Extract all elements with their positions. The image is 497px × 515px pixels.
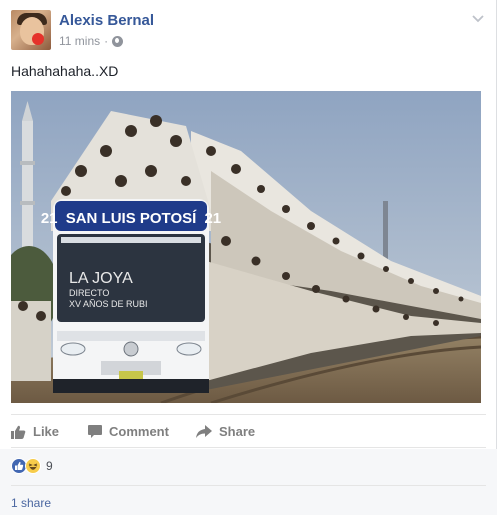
reaction-count: 9 bbox=[46, 459, 53, 473]
reaction-summary[interactable]: 9 bbox=[11, 458, 53, 474]
author-name[interactable]: Alexis Bernal bbox=[59, 12, 154, 29]
post-text: Hahahahaha..XD bbox=[11, 63, 119, 79]
bus-route-left: 21 bbox=[41, 210, 58, 227]
post-meta: 11 mins · bbox=[59, 34, 124, 48]
author-avatar[interactable] bbox=[11, 10, 51, 50]
footer-divider bbox=[11, 485, 486, 486]
comment-label: Comment bbox=[109, 424, 169, 439]
meta-separator: · bbox=[104, 34, 109, 48]
haha-icon bbox=[25, 458, 41, 474]
post-photo[interactable]: 21 SAN LUIS POTOSÍ 21 LA JOYA DIRECTO XV… bbox=[11, 91, 481, 403]
bus-route-right: 21 bbox=[204, 210, 221, 227]
bus-sign-line2: DIRECTO bbox=[69, 288, 109, 298]
share-icon bbox=[196, 425, 212, 438]
svg-text:21 SAN LUIS POTOSÍ: 21 SAN LUIS POTOSÍ 21 bbox=[41, 210, 221, 227]
thumbs-up-icon bbox=[11, 425, 26, 439]
action-bar: Like Comment Share bbox=[11, 414, 486, 448]
post-timestamp[interactable]: 11 mins bbox=[59, 34, 100, 48]
chevron-down-icon[interactable] bbox=[472, 12, 484, 24]
bus-sign-line3: XV AÑOS DE RUBI bbox=[69, 299, 148, 309]
share-count-link[interactable]: 1 share bbox=[11, 496, 51, 510]
bus-destination: SAN LUIS POTOSÍ bbox=[66, 210, 197, 227]
like-label: Like bbox=[33, 424, 60, 439]
bus-sign-line1: LA JOYA bbox=[69, 270, 133, 287]
photo-illustration: 21 SAN LUIS POTOSÍ 21 LA JOYA DIRECTO XV… bbox=[11, 91, 481, 403]
globe-icon[interactable] bbox=[112, 35, 124, 47]
post-card: Alexis Bernal 11 mins · Hahahahaha..XD 2… bbox=[0, 0, 497, 515]
comment-button[interactable]: Comment bbox=[88, 424, 169, 439]
share-label: Share bbox=[219, 424, 256, 439]
reactions-footer: 9 1 share bbox=[0, 449, 497, 515]
share-button[interactable]: Share bbox=[196, 424, 255, 439]
like-button[interactable]: Like bbox=[11, 424, 59, 439]
comment-icon bbox=[88, 425, 102, 438]
